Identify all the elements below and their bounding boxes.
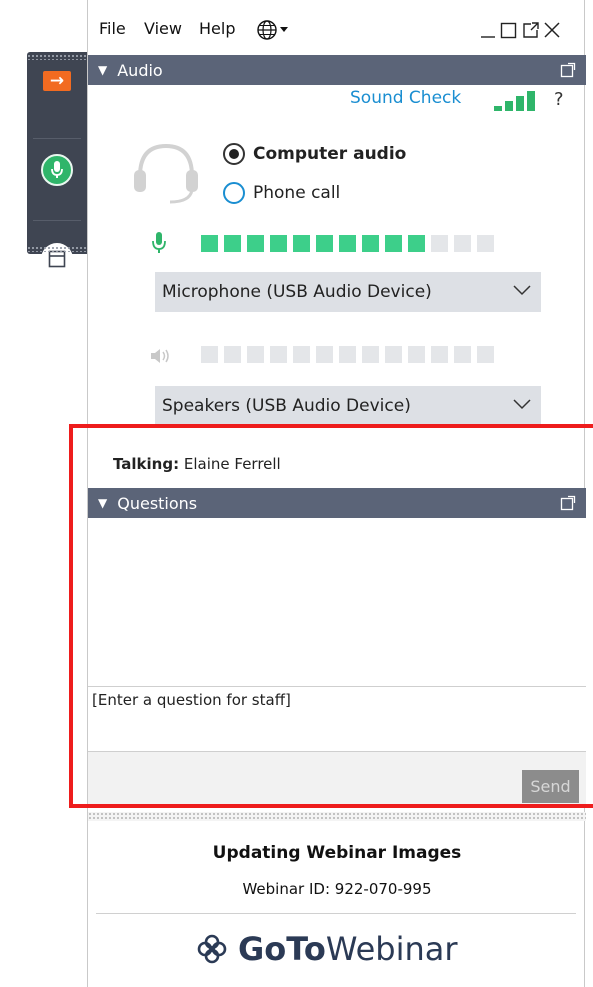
divider xyxy=(96,913,576,914)
microphone-toggle-button[interactable] xyxy=(27,142,87,198)
maximize-icon[interactable] xyxy=(500,20,518,40)
level-segment xyxy=(454,235,471,252)
chevron-down-icon xyxy=(513,399,531,410)
globe-icon xyxy=(257,20,277,40)
menu-help[interactable]: Help xyxy=(199,19,235,38)
questions-footer xyxy=(88,752,586,808)
level-segment xyxy=(362,346,379,363)
caret-down-icon xyxy=(280,27,288,32)
phone-call-label: Phone call xyxy=(253,183,341,203)
talking-name: Elaine Ferrell xyxy=(183,455,281,473)
level-segment xyxy=(339,346,356,363)
level-segment xyxy=(431,235,448,252)
popout-pane-icon[interactable] xyxy=(560,62,576,78)
microphone-level-icon xyxy=(152,232,166,253)
speaker-level-meter xyxy=(201,346,494,363)
language-menu[interactable] xyxy=(256,19,288,41)
computer-audio-label: Computer audio xyxy=(253,144,407,164)
question-input[interactable]: [Enter a question for staff] xyxy=(88,686,586,752)
level-segment xyxy=(362,235,379,252)
brand-webinar: Webinar xyxy=(325,930,458,968)
level-segment xyxy=(224,235,241,252)
level-segment xyxy=(201,346,218,363)
talking-label: Talking: xyxy=(113,455,180,473)
level-segment xyxy=(293,235,310,252)
radio-selected-icon xyxy=(223,143,245,165)
level-segment xyxy=(270,346,287,363)
microphone-device-select[interactable]: Microphone (USB Audio Device) xyxy=(155,272,541,312)
popout-pane-icon[interactable] xyxy=(560,495,576,511)
level-segment xyxy=(408,235,425,252)
headset-icon xyxy=(134,143,198,204)
level-segment xyxy=(477,346,494,363)
brand-goto: GoTo xyxy=(238,930,326,968)
level-segment xyxy=(316,346,333,363)
level-segment xyxy=(316,235,333,252)
microphone-device-value: Microphone (USB Audio Device) xyxy=(162,282,432,302)
speaker-device-select[interactable]: Speakers (USB Audio Device) xyxy=(155,386,541,426)
send-button[interactable]: Send xyxy=(522,770,579,803)
control-tab: → xyxy=(27,52,87,275)
webinar-id: Webinar ID: 922-070-995 xyxy=(242,880,432,898)
webinar-title: Updating Webinar Images xyxy=(212,843,462,863)
grab-handle[interactable] xyxy=(27,54,87,60)
menu-view[interactable]: View xyxy=(144,19,182,38)
level-segment xyxy=(385,235,402,252)
questions-pane-title: Questions xyxy=(117,493,198,513)
show-panel-button[interactable] xyxy=(27,230,87,288)
exit-button[interactable]: → xyxy=(27,64,87,98)
gotowebinar-logo: GoToWebinar xyxy=(196,930,458,968)
divider xyxy=(33,138,81,139)
resize-handle[interactable] xyxy=(88,812,586,821)
audio-pane-title: Audio xyxy=(117,60,163,80)
divider xyxy=(33,220,81,221)
level-segment xyxy=(247,235,264,252)
level-segment xyxy=(408,346,425,363)
minimize-icon[interactable] xyxy=(480,20,496,40)
menu-file[interactable]: File xyxy=(99,19,126,38)
level-segment xyxy=(270,235,287,252)
speaker-device-value: Speakers (USB Audio Device) xyxy=(162,396,411,416)
audio-pane-header[interactable]: ▼ Audio xyxy=(88,55,586,85)
level-segment xyxy=(224,346,241,363)
chevron-down-icon xyxy=(513,285,531,296)
level-segment xyxy=(201,235,218,252)
level-segment xyxy=(454,346,471,363)
signal-strength-icon xyxy=(494,91,535,111)
level-segment xyxy=(247,346,264,363)
popout-icon[interactable] xyxy=(522,20,540,40)
grab-handle[interactable] xyxy=(27,246,87,252)
collapse-triangle-icon: ▼ xyxy=(98,496,108,510)
level-segment xyxy=(431,346,448,363)
questions-pane-header[interactable]: ▼ Questions xyxy=(88,488,586,518)
level-segment xyxy=(477,235,494,252)
radio-unselected-icon xyxy=(223,182,245,204)
talking-indicator: Talking: Elaine Ferrell xyxy=(113,455,281,473)
microphone-icon xyxy=(41,154,73,186)
phone-call-radio[interactable]: Phone call xyxy=(223,182,340,204)
menu-bar: File View Help xyxy=(88,0,584,56)
sound-check-link[interactable]: Sound Check xyxy=(350,88,461,108)
collapse-triangle-icon: ▼ xyxy=(98,63,108,77)
speaker-icon xyxy=(151,349,169,363)
computer-audio-radio[interactable]: Computer audio xyxy=(223,143,406,165)
level-segment xyxy=(339,235,356,252)
close-icon[interactable] xyxy=(543,20,561,40)
audio-help-button[interactable]: ? xyxy=(554,89,564,110)
level-segment xyxy=(385,346,402,363)
microphone-level-meter xyxy=(201,235,494,252)
level-segment xyxy=(293,346,310,363)
exit-arrow-icon: → xyxy=(43,71,71,91)
gotowebinar-flower-icon xyxy=(197,934,227,964)
questions-log xyxy=(88,518,586,686)
control-panel-window: File View Help ▼ Audio Sound Check ? Com… xyxy=(87,0,586,987)
